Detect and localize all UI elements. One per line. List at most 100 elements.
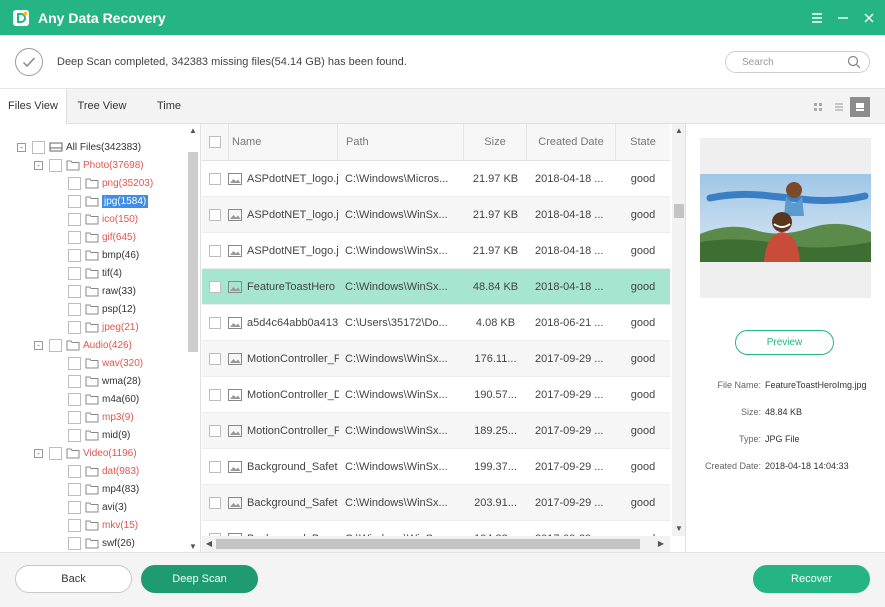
file-list-vertical-thumb[interactable] bbox=[674, 204, 684, 218]
tree-item-checkbox[interactable] bbox=[49, 446, 62, 460]
tree-item-checkbox[interactable] bbox=[49, 338, 62, 352]
table-row[interactable]: MotionController_F C:\Windows\WinSx... 189… bbox=[202, 413, 670, 449]
collapse-toggle-icon[interactable]: - bbox=[34, 160, 43, 170]
tree-item[interactable]: mkv(15) bbox=[68, 516, 138, 534]
deep-scan-button[interactable]: Deep Scan bbox=[141, 565, 258, 593]
row-checkbox[interactable] bbox=[209, 209, 221, 221]
tree-item[interactable]: mid(9) bbox=[68, 426, 130, 444]
tree-item[interactable]: m4a(60) bbox=[68, 390, 139, 408]
tree-item[interactable]: - Video(1196) bbox=[34, 444, 137, 462]
tree-item-checkbox[interactable] bbox=[68, 428, 81, 442]
scroll-left-arrow-icon[interactable]: ◀ bbox=[204, 539, 214, 548]
tree-item-checkbox[interactable] bbox=[68, 284, 81, 298]
column-header-name[interactable]: Name bbox=[229, 124, 338, 161]
tree-item[interactable]: avi(3) bbox=[68, 498, 127, 516]
tree-item-checkbox[interactable] bbox=[68, 374, 81, 388]
tree-item-checkbox[interactable] bbox=[68, 230, 81, 244]
tree-item-checkbox[interactable] bbox=[68, 320, 81, 334]
tree-item[interactable]: - Photo(37698) bbox=[34, 156, 144, 174]
tree-item[interactable]: raw(33) bbox=[68, 282, 136, 300]
row-checkbox[interactable] bbox=[209, 425, 221, 437]
column-header-created-date[interactable]: Created Date bbox=[527, 124, 616, 161]
tree-scrollbar-thumb[interactable] bbox=[188, 152, 198, 352]
tree-item-checkbox[interactable] bbox=[68, 392, 81, 406]
tree-item-checkbox[interactable] bbox=[68, 212, 81, 226]
tree-item-checkbox[interactable] bbox=[68, 266, 81, 280]
column-header-state[interactable]: State bbox=[616, 124, 670, 161]
tree-scrollbar[interactable]: ▲ ▼ bbox=[188, 126, 198, 551]
search-input[interactable] bbox=[742, 56, 842, 68]
tree-item[interactable]: bmp(46) bbox=[68, 246, 139, 264]
tree-item-checkbox[interactable] bbox=[68, 518, 81, 532]
table-row[interactable]: ASPdotNET_logo.j C:\Windows\WinSx... 21.97… bbox=[202, 233, 670, 269]
file-list-horizontal-thumb[interactable] bbox=[216, 539, 640, 549]
tree-item-checkbox[interactable] bbox=[68, 356, 81, 370]
tree-item-checkbox[interactable] bbox=[68, 302, 81, 316]
minimize-icon[interactable] bbox=[835, 10, 851, 26]
row-checkbox[interactable] bbox=[209, 317, 221, 329]
row-checkbox[interactable] bbox=[209, 353, 221, 365]
tree-item-checkbox[interactable] bbox=[68, 410, 81, 424]
row-checkbox[interactable] bbox=[209, 497, 221, 509]
tree-item[interactable]: png(35203) bbox=[68, 174, 153, 192]
collapse-toggle-icon[interactable]: - bbox=[34, 448, 43, 458]
column-header-size[interactable]: Size bbox=[464, 124, 527, 161]
scroll-up-arrow-icon[interactable]: ▲ bbox=[188, 126, 198, 135]
tree-item[interactable]: - Audio(426) bbox=[34, 336, 132, 354]
row-checkbox[interactable] bbox=[209, 461, 221, 473]
preview-button[interactable]: Preview bbox=[735, 330, 834, 355]
tab-tree-view[interactable]: Tree View bbox=[67, 89, 137, 124]
scroll-right-arrow-icon[interactable]: ▶ bbox=[656, 539, 666, 548]
tree-item-checkbox[interactable] bbox=[49, 158, 62, 172]
tree-item[interactable]: dat(983) bbox=[68, 462, 139, 480]
back-button[interactable]: Back bbox=[15, 565, 132, 593]
tree-item[interactable]: wav(320) bbox=[68, 354, 143, 372]
table-row[interactable]: MotionController_F C:\Windows\WinSx... 176… bbox=[202, 341, 670, 377]
tree-item[interactable]: - All Files(342383) bbox=[17, 138, 141, 156]
table-row[interactable]: Background_Safet C:\Windows\WinSx... 203.9… bbox=[202, 485, 670, 521]
thumbnail-view-icon[interactable] bbox=[808, 97, 828, 117]
tree-item-checkbox[interactable] bbox=[32, 140, 45, 154]
tree-item[interactable]: mp4(83) bbox=[68, 480, 139, 498]
tree-item-checkbox[interactable] bbox=[68, 248, 81, 262]
search-icon[interactable] bbox=[847, 55, 861, 72]
tab-time[interactable]: Time bbox=[137, 89, 201, 124]
table-row[interactable]: Background_Safet C:\Windows\WinSx... 199.3… bbox=[202, 449, 670, 485]
tree-item-checkbox[interactable] bbox=[68, 464, 81, 478]
select-all-checkbox[interactable] bbox=[209, 136, 221, 148]
column-header-path[interactable]: Path bbox=[338, 124, 464, 161]
tree-item-checkbox[interactable] bbox=[68, 176, 81, 190]
collapse-toggle-icon[interactable]: - bbox=[34, 340, 43, 350]
menu-icon[interactable] bbox=[809, 10, 825, 26]
tab-files-view[interactable]: Files View bbox=[0, 89, 67, 125]
close-icon[interactable] bbox=[861, 10, 877, 26]
table-row[interactable]: ASPdotNET_logo.j C:\Windows\Micros... 21.9… bbox=[202, 161, 670, 197]
table-row[interactable]: ASPdotNET_logo.j C:\Windows\WinSx... 21.97… bbox=[202, 197, 670, 233]
tree-item[interactable]: psp(12) bbox=[68, 300, 136, 318]
tree-item-checkbox[interactable] bbox=[68, 194, 81, 208]
tree-item[interactable]: tif(4) bbox=[68, 264, 122, 282]
tree-item[interactable]: jpeg(21) bbox=[68, 318, 139, 336]
row-checkbox[interactable] bbox=[209, 173, 221, 185]
scroll-down-arrow-icon[interactable]: ▼ bbox=[674, 524, 684, 533]
detail-view-icon[interactable] bbox=[850, 97, 870, 117]
table-row[interactable]: a5d4c64abb0a413 C:\Users\35172\Do... 4.08 … bbox=[202, 305, 670, 341]
tree-item[interactable]: mp3(9) bbox=[68, 408, 134, 426]
table-row[interactable]: FeatureToastHero C:\Windows\WinSx... 48.84… bbox=[202, 269, 670, 305]
table-row[interactable]: MotionController_D C:\Windows\WinSx... 190… bbox=[202, 377, 670, 413]
list-view-icon[interactable] bbox=[829, 97, 849, 117]
tree-item-checkbox[interactable] bbox=[68, 482, 81, 496]
tree-item-checkbox[interactable] bbox=[68, 536, 81, 550]
row-checkbox[interactable] bbox=[209, 389, 221, 401]
tree-item[interactable]: gif(645) bbox=[68, 228, 136, 246]
scroll-up-arrow-icon[interactable]: ▲ bbox=[674, 126, 684, 135]
row-checkbox[interactable] bbox=[209, 245, 221, 257]
file-list-horizontal-scrollbar[interactable]: ◀ ▶ bbox=[202, 536, 670, 552]
collapse-toggle-icon[interactable]: - bbox=[17, 142, 26, 152]
tree-item-checkbox[interactable] bbox=[68, 500, 81, 514]
tree-item[interactable]: ico(150) bbox=[68, 210, 138, 228]
tree-item[interactable]: jpg(1584) bbox=[68, 192, 149, 210]
file-list-vertical-scrollbar[interactable]: ▲ ▼ bbox=[672, 124, 685, 536]
scroll-down-arrow-icon[interactable]: ▼ bbox=[188, 542, 198, 551]
tree-item[interactable]: swf(26) bbox=[68, 534, 135, 552]
